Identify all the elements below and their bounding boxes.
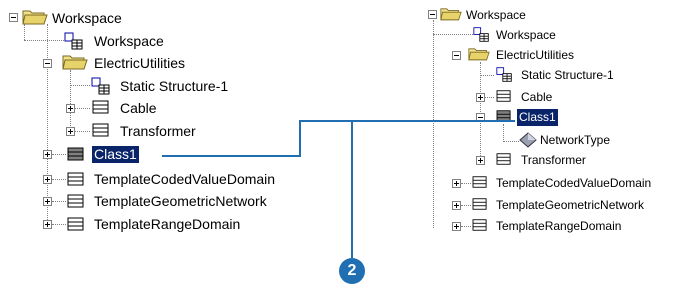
tree-guide-line [433,20,434,228]
tree-guide-line [503,124,504,142]
tree-item-workspace[interactable]: Workspace [494,25,558,45]
folder-open-icon [468,48,490,61]
callout-connector [351,120,353,258]
tree-item-range-domain[interactable]: TemplateRangeDomain [494,216,623,236]
tree-item-network-type[interactable]: NetworkType [538,130,612,150]
table-icon [472,198,487,210]
tree-guide-line [480,62,481,160]
callout-connector [299,120,301,157]
callout-connector [162,155,300,157]
table-icon [496,153,511,165]
expand-toggle[interactable] [452,222,461,231]
collapse-toggle[interactable] [452,51,461,60]
tree-item-label: TemplateRangeDomain [496,218,622,233]
tree-item-coded-value-domain[interactable]: TemplateCodedValueDomain [494,173,653,193]
expand-toggle[interactable] [476,93,485,102]
step-number: 2 [347,262,357,279]
expand-toggle[interactable] [452,179,461,188]
table-icon [472,176,487,188]
folder-open-icon [440,8,462,21]
tree-item-label: Cable [521,89,553,104]
tree-item-workspace-root[interactable]: Workspace [464,5,528,25]
tree-item-cable[interactable]: Cable [519,87,554,107]
tree-item-class1[interactable]: Class1 [517,107,558,127]
expand-toggle[interactable] [476,156,485,165]
callout-connector [299,120,515,122]
tree-item-label: Workspace [496,27,556,42]
right-tree: Workspace Workspace ElectricUtilities St… [0,0,691,293]
workspace-icon [473,27,489,42]
tree-item-label: Static Structure-1 [521,67,614,82]
tree-guide-line [480,75,494,76]
table-icon [472,219,487,231]
tree-item-label: ElectricUtilities [496,47,575,62]
step-number-badge: 2 [339,258,365,284]
tree-item-electric-utilities[interactable]: ElectricUtilities [494,45,576,65]
tree-guide-line [461,205,471,206]
tree-item-label: TemplateCodedValueDomain [496,175,652,190]
workspace-icon [496,67,512,82]
tree-guide-line [461,183,471,184]
tree-item-label: Transformer [521,152,586,167]
table-icon [496,90,511,102]
tree-item-static-structure[interactable]: Static Structure-1 [519,65,616,85]
tree-item-label: NetworkType [540,132,611,147]
collapse-toggle[interactable] [428,10,437,19]
tree-item-label: TemplateGeometricNetwork [496,197,645,212]
tree-guide-line [461,226,471,227]
tree-item-transformer[interactable]: Transformer [519,150,588,170]
tree-item-geometric-network[interactable]: TemplateGeometricNetwork [494,195,646,215]
expand-toggle[interactable] [452,201,461,210]
tree-guide-line [433,34,473,35]
domain-icon [519,132,537,148]
tree-item-label: Class1 [517,108,558,126]
tree-guide-line [503,141,519,142]
tree-item-label: Workspace [466,7,526,22]
